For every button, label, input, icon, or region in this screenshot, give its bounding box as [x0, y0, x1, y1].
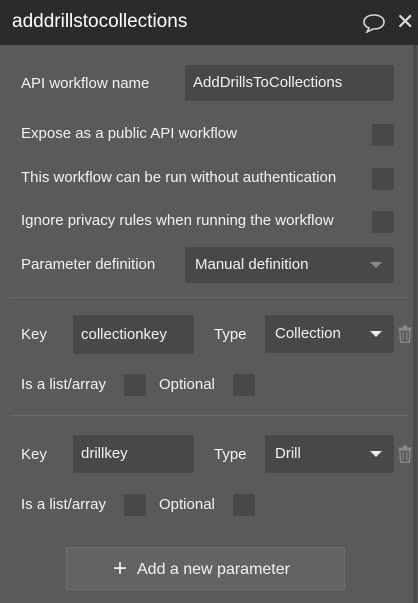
param-type-value: Drill — [275, 445, 301, 462]
param-optional-checkbox[interactable] — [233, 374, 255, 396]
divider — [10, 297, 408, 298]
param-key-label: Key — [21, 326, 47, 343]
param-optional-checkbox[interactable] — [233, 494, 255, 516]
chevron-down-icon — [370, 262, 382, 268]
comment-icon[interactable] — [362, 13, 386, 38]
param-definition-dropdown[interactable]: Manual definition — [185, 247, 394, 283]
add-parameter-button[interactable]: + Add a new parameter — [66, 547, 345, 590]
param-definition-value: Manual definition — [195, 256, 309, 273]
ignore-privacy-label: Ignore privacy rules when running the wo… — [21, 212, 334, 229]
scrollbar[interactable] — [413, 45, 417, 603]
param-list-checkbox[interactable] — [124, 374, 146, 396]
param-key-label: Key — [21, 446, 47, 463]
param-type-dropdown[interactable]: Drill — [265, 435, 394, 473]
add-parameter-label: Add a new parameter — [137, 561, 290, 578]
param-type-label: Type — [214, 446, 247, 463]
param-type-dropdown[interactable]: Collection — [265, 315, 394, 353]
chevron-down-icon — [370, 451, 382, 457]
param-type-value: Collection — [275, 325, 341, 342]
divider — [10, 415, 408, 416]
param-list-checkbox[interactable] — [124, 494, 146, 516]
workflow-name-label: API workflow name — [21, 75, 150, 92]
trash-icon[interactable] — [398, 445, 412, 463]
no-auth-checkbox[interactable] — [372, 168, 394, 190]
ignore-privacy-checkbox[interactable] — [372, 211, 394, 233]
workflow-name-input[interactable]: AddDrillsToCollections — [185, 65, 394, 101]
param-list-label: Is a list/array — [21, 376, 107, 393]
panel-title: adddrillstocollections — [12, 11, 188, 32]
no-auth-label: This workflow can be run without authent… — [21, 169, 337, 186]
param-list-label: Is a list/array — [21, 496, 107, 513]
panel-header: adddrillstocollections ✕ — [0, 0, 418, 45]
api-workflow-panel: adddrillstocollections ✕ API workflow na… — [0, 0, 418, 603]
expose-public-checkbox[interactable] — [372, 124, 394, 146]
trash-icon[interactable] — [398, 325, 412, 343]
param-key-input[interactable]: drillkey — [73, 435, 194, 473]
param-optional-label: Optional — [159, 496, 215, 513]
param-optional-label: Optional — [159, 376, 215, 393]
close-icon[interactable]: ✕ — [396, 11, 414, 33]
chevron-down-icon — [370, 331, 382, 337]
param-definition-label: Parameter definition — [21, 256, 156, 273]
expose-public-label: Expose as a public API workflow — [21, 125, 237, 142]
param-key-input[interactable]: collectionkey — [73, 315, 194, 354]
param-type-label: Type — [214, 326, 247, 343]
plus-icon: + — [113, 555, 128, 582]
